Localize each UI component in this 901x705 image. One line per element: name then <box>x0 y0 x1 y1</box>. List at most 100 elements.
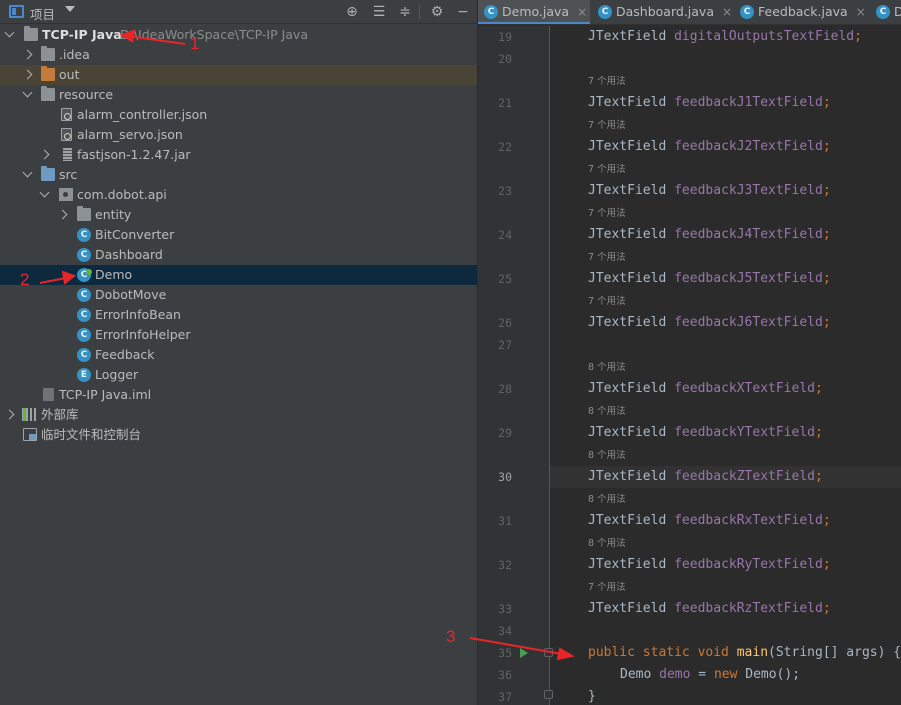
run-main-icon[interactable] <box>520 648 528 658</box>
code-line[interactable]: JTextField feedbackRxTextField; <box>588 511 831 531</box>
usage-hint[interactable]: 7 个用法 <box>588 119 626 133</box>
expand-arrow-icon[interactable] <box>39 149 50 160</box>
method-token: main <box>736 645 769 660</box>
tree-item-src[interactable]: src <box>0 165 477 185</box>
gear-icon[interactable]: ⚙ <box>428 3 446 21</box>
locate-icon[interactable]: ⊕ <box>343 3 361 21</box>
collapse-all-icon[interactable]: ☰ <box>370 3 388 21</box>
line-number: 19 <box>498 30 512 44</box>
expand-arrow-icon[interactable] <box>39 187 50 198</box>
tab-label: Feedback.java <box>758 4 848 19</box>
tree-item-label: out <box>59 67 80 82</box>
code-line[interactable]: JTextField feedbackJ1TextField; <box>588 93 831 113</box>
usage-hint[interactable]: 8 个用法 <box>588 361 626 375</box>
semicolon-token: ; <box>822 183 831 198</box>
view-dropdown-icon[interactable] <box>65 6 75 12</box>
usage-hint[interactable]: 7 个用法 <box>588 163 626 177</box>
tab-label: Dashboard.java <box>616 4 714 19</box>
code-line[interactable]: JTextField feedbackJ3TextField; <box>588 181 831 201</box>
tree-item-errorinfohelper[interactable]: C ErrorInfoHelper <box>0 325 477 345</box>
type-token: JTextField <box>588 469 667 484</box>
tree-item-out[interactable]: out <box>0 65 477 85</box>
editor-tabs: C Demo.java × C Dashboard.java × C Feedbac… <box>478 0 901 25</box>
expand-arrow-icon[interactable] <box>22 69 33 80</box>
expand-arrow-icon[interactable] <box>4 27 15 38</box>
code-line[interactable]: JTextField feedbackJ6TextField; <box>588 313 831 333</box>
usage-hint[interactable]: 8 个用法 <box>588 449 626 463</box>
tree-item-label: BitConverter <box>95 227 175 242</box>
tree-item-alarm-servo[interactable]: alarm_servo.json <box>0 125 477 145</box>
expand-arrow-icon[interactable] <box>22 49 33 60</box>
code-line[interactable]: JTextField digitalOutputsTextField; <box>588 27 862 47</box>
line-number: 35 <box>498 646 512 660</box>
line-number: 21 <box>498 96 512 110</box>
brace-token: } <box>588 689 596 704</box>
usage-hint[interactable]: 7 个用法 <box>588 251 626 265</box>
usage-hint[interactable]: 7 个用法 <box>588 75 626 89</box>
tree-item-logger[interactable]: E Logger <box>0 365 477 385</box>
code-line-current[interactable]: JTextField feedbackZTextField; <box>588 467 823 487</box>
tree-item-fastjson-jar[interactable]: fastjson-1.2.47.jar <box>0 145 477 165</box>
fold-marker-icon[interactable] <box>544 690 553 699</box>
tree-item-bitconverter[interactable]: C BitConverter <box>0 225 477 245</box>
expand-arrow-icon[interactable] <box>4 409 15 420</box>
code-line[interactable]: JTextField feedbackYTextField; <box>588 423 823 443</box>
project-title[interactable]: 项目 <box>30 4 55 23</box>
tree-item-label: alarm_servo.json <box>77 127 183 142</box>
tree-item-project-root[interactable]: TCP-IP Java D:\IdeaWorkSpace\TCP-IP Java <box>0 25 477 45</box>
tree-item-idea[interactable]: .idea <box>0 45 477 65</box>
code-line[interactable]: JTextField feedbackRyTextField; <box>588 555 831 575</box>
code-line[interactable]: JTextField feedbackJ5TextField; <box>588 269 831 289</box>
class-icon: C <box>740 5 754 19</box>
tab-demo-java[interactable]: C Demo.java × <box>478 0 590 24</box>
class-icon: C <box>77 288 91 302</box>
usage-hint[interactable]: 8 个用法 <box>588 537 626 551</box>
code-line-main[interactable]: public static void main(String[] args) { <box>588 643 901 663</box>
code-line[interactable]: } <box>588 687 596 705</box>
tree-item-label: .idea <box>59 47 90 62</box>
tree-item-external-libraries[interactable]: 外部库 <box>0 405 477 425</box>
tree-item-label: entity <box>95 207 132 222</box>
tree-item-dobotmove[interactable]: C DobotMove <box>0 285 477 305</box>
usage-hint[interactable]: 8 个用法 <box>588 493 626 507</box>
tree-item-iml[interactable]: TCP-IP Java.iml <box>0 385 477 405</box>
tab-dashboard-java[interactable]: C Dashboard.java × <box>592 0 732 24</box>
usage-hint[interactable]: 8 个用法 <box>588 405 626 419</box>
class-icon: C <box>77 348 91 362</box>
fold-marker-icon[interactable] <box>544 648 553 657</box>
type-token: JTextField <box>588 315 667 330</box>
line-number: 33 <box>498 602 512 616</box>
project-name: TCP-IP Java <box>42 27 122 42</box>
tree-item-alarm-controller[interactable]: alarm_controller.json <box>0 105 477 125</box>
tree-item-entity[interactable]: entity <box>0 205 477 225</box>
tree-item-resource[interactable]: resource <box>0 85 477 105</box>
usage-hint[interactable]: 7 个用法 <box>588 581 626 595</box>
excluded-folder-icon <box>41 66 55 81</box>
tree-item-label: Demo <box>95 267 133 282</box>
code-line[interactable]: JTextField feedbackJ4TextField; <box>588 225 831 245</box>
expand-arrow-icon[interactable] <box>22 87 33 98</box>
tab-dobotmove-java[interactable]: C Do <box>870 0 901 24</box>
tree-item-package[interactable]: com.dobot.api <box>0 185 477 205</box>
close-icon[interactable]: × <box>722 0 732 24</box>
expand-arrow-icon[interactable] <box>22 167 33 178</box>
code-line[interactable]: JTextField feedbackXTextField; <box>588 379 823 399</box>
code-line[interactable]: JTextField feedbackRzTextField; <box>588 599 831 619</box>
tree-item-errorinfobean[interactable]: C ErrorInfoBean <box>0 305 477 325</box>
tree-item-dashboard[interactable]: C Dashboard <box>0 245 477 265</box>
code-line[interactable]: JTextField feedbackJ2TextField; <box>588 137 831 157</box>
usage-hint[interactable]: 7 个用法 <box>588 207 626 221</box>
close-icon[interactable]: × <box>577 0 587 24</box>
code-line[interactable]: Demo demo = new Demo(); <box>620 665 800 685</box>
usage-hint[interactable]: 7 个用法 <box>588 295 626 309</box>
close-icon[interactable]: × <box>856 0 866 24</box>
expand-arrow-icon[interactable] <box>57 209 68 220</box>
tree-item-scratches[interactable]: 临时文件和控制台 <box>0 425 477 445</box>
tree-item-feedback[interactable]: C Feedback <box>0 345 477 365</box>
type-token: JTextField <box>588 513 667 528</box>
tree-item-demo[interactable]: C Demo <box>0 265 477 285</box>
minimize-icon[interactable]: − <box>454 3 472 21</box>
tab-feedback-java[interactable]: C Feedback.java × <box>734 0 868 24</box>
expand-all-icon[interactable]: ≑ <box>396 3 414 21</box>
keyword-token: public static void <box>588 645 729 660</box>
